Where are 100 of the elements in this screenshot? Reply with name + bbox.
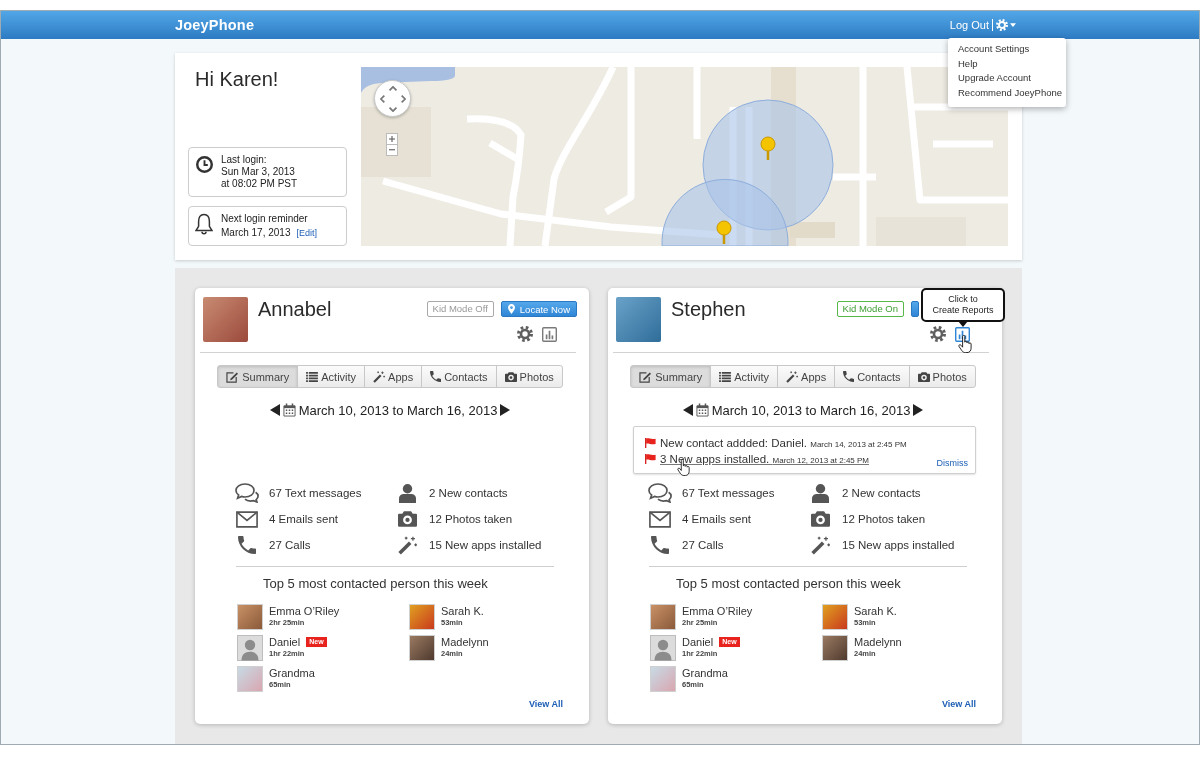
date-range: March 10, 2013 to March 16, 2013 (711, 402, 911, 418)
tab[interactable]: Apps (777, 365, 836, 388)
chat-bubbles-icon (648, 483, 672, 503)
tab[interactable]: Contacts (834, 365, 910, 388)
tooltip: Click to Create Reports (921, 288, 1005, 327)
contact-name: Grandma (269, 666, 315, 680)
menu-item[interactable]: Recommend JoeyPhone (958, 85, 1063, 100)
contact-name: Grandma (682, 666, 728, 680)
camera-icon (810, 511, 830, 527)
edit-link[interactable]: [Edit] (296, 226, 317, 240)
caret-right-icon (913, 404, 924, 416)
reminder-date: March 17, 2013 (221, 226, 291, 240)
zoom-in-button[interactable] (386, 133, 398, 145)
reminder-title: Next login reminder (221, 212, 308, 226)
clock-icon (196, 156, 213, 173)
contact-name: Emma O’Riley (269, 604, 340, 618)
stat-label: 12 Photos taken (429, 513, 513, 525)
stat-label: 2 New contacts (429, 487, 508, 499)
previous-week-button[interactable] (682, 404, 693, 416)
zoom-out-button[interactable] (386, 144, 398, 156)
envelope-icon (236, 510, 258, 528)
settings-icon[interactable] (517, 326, 533, 342)
contact-name: Sarah K. (441, 604, 484, 618)
edit-icon (226, 370, 240, 383)
date-range: March 10, 2013 to March 16, 2013 (298, 402, 498, 418)
stat-label: 27 Calls (682, 539, 724, 551)
menu-item[interactable]: Account Settings (958, 42, 1030, 57)
kid-mode-button[interactable]: Kid Mode On (836, 301, 904, 317)
contact-name: Sarah K. (854, 604, 897, 618)
calendar-icon (695, 403, 709, 417)
view-all-link[interactable]: View All (529, 698, 563, 710)
stat-label: 15 New apps installed (842, 539, 955, 551)
minus-icon (389, 149, 395, 151)
person-icon (811, 483, 829, 503)
greeting: Hi Karen! (195, 67, 279, 91)
last-login-text: Last login: Sun Mar 3, 2013 at 08:02 PM PST (221, 154, 298, 190)
bell-icon (195, 213, 213, 235)
section-title: Top 5 most contacted person this week (263, 576, 488, 592)
caret-left-icon (682, 404, 693, 416)
phone-icon (430, 371, 442, 382)
photo-placeholder (203, 297, 248, 342)
menu-item[interactable]: Upgrade Account (958, 71, 1031, 86)
stat-label: 15 New apps installed (429, 539, 542, 551)
tab[interactable]: Apps (364, 365, 423, 388)
location-pin-icon (507, 304, 515, 314)
next-week-button[interactable] (913, 404, 924, 416)
stat-label: 4 Emails sent (269, 513, 339, 525)
caret-left-icon (269, 404, 280, 416)
edit-icon (639, 370, 653, 383)
locate-button[interactable] (911, 301, 919, 317)
stat-label: 2 New contacts (842, 487, 921, 499)
alert-link[interactable]: New contact addded: Daniel. March 14, 2013 at 2:45 PM (660, 437, 907, 449)
magic-wand-icon (810, 535, 830, 555)
chat-bubbles-icon (235, 483, 259, 503)
phone-icon (651, 536, 669, 554)
dismiss-link[interactable]: Dismiss (936, 458, 968, 469)
camera-icon (504, 371, 517, 382)
tab[interactable]: Summary (217, 365, 299, 388)
tab[interactable]: Summary (630, 365, 712, 388)
logout-link[interactable]: Log Out (949, 19, 989, 31)
stat-label: 4 Emails sent (682, 513, 752, 525)
settings-icon (996, 19, 1008, 31)
envelope-icon (649, 510, 671, 528)
view-all-link[interactable]: View All (942, 698, 976, 710)
alert-link[interactable]: 3 New apps installed. March 12, 2013 at 2:45 PM (660, 453, 869, 465)
stat-label: 67 Text messages (269, 487, 362, 499)
settings-icon[interactable] (930, 326, 946, 342)
camera-icon (397, 511, 417, 527)
tab[interactable]: Photos (495, 365, 563, 388)
settings-menu-button[interactable] (996, 19, 1016, 31)
flag-icon (645, 438, 656, 448)
contact-name: Daniel (269, 635, 301, 649)
camera-icon (917, 371, 930, 382)
menu-item[interactable]: Help (958, 56, 978, 71)
brand-name: JoeyPhone (175, 17, 255, 33)
phone-icon (843, 371, 855, 382)
stat-label: 27 Calls (269, 539, 311, 551)
tab[interactable]: Activity (710, 365, 779, 388)
plus-icon (389, 136, 395, 142)
contact-name: Daniel (682, 635, 714, 649)
tab[interactable]: Contacts (421, 365, 497, 388)
calendar-icon (282, 403, 296, 417)
tab[interactable]: Activity (297, 365, 366, 388)
arrows-icon (379, 85, 406, 112)
stat-label: 67 Text messages (682, 487, 775, 499)
contact-name: Madelynn (441, 635, 489, 649)
caret-right-icon (500, 404, 511, 416)
section-title: Top 5 most contacted person this week (676, 576, 901, 592)
contact-name: Madelynn (854, 635, 902, 649)
tab[interactable]: Photos (908, 365, 976, 388)
list-icon (306, 371, 319, 382)
caret-icon (1010, 23, 1016, 27)
previous-week-button[interactable] (269, 404, 280, 416)
photo-placeholder (616, 297, 661, 342)
contact-name: Emma O’Riley (682, 604, 753, 618)
magic-wand-icon (397, 535, 417, 555)
list-icon (719, 371, 732, 382)
magic-wand-icon (786, 370, 799, 383)
next-week-button[interactable] (500, 404, 511, 416)
child-name: Stephen (671, 297, 746, 321)
